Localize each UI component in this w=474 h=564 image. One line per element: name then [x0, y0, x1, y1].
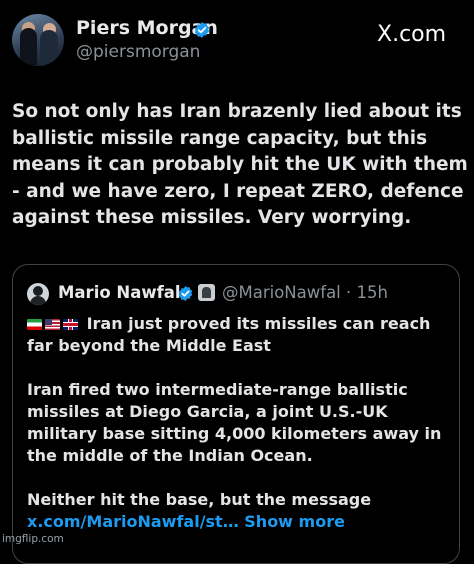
author-avatar[interactable] [12, 14, 64, 66]
site-label: X.com [377, 22, 447, 47]
post-text: So not only has Iran brazenly lied about… [12, 101, 468, 228]
quoted-post-text: Iran just proved its missiles can reach … [27, 313, 455, 533]
verified-badge-icon [178, 286, 193, 301]
quoted-headline-line: Iran just proved its missiles can reach … [27, 313, 455, 357]
quoted-post-time: 15h [356, 283, 388, 302]
quoted-paragraph-3: Neither hit the base, but the message x.… [27, 489, 455, 533]
quoted-author-name[interactable]: Mario Nawfal [58, 283, 181, 302]
quoted-post-link[interactable]: x.com/MarioNawfal/st… [27, 512, 239, 531]
quoted-post[interactable]: Mario Nawfal @MarioNawfal · 15h Iran jus… [12, 264, 460, 564]
quoted-headline: Iran just proved its missiles can reach … [27, 314, 431, 355]
verified-badge-icon [194, 22, 210, 38]
quoted-author-avatar[interactable] [27, 283, 49, 305]
post-card: Piers Morgan @piersmorgan X.com So not o… [0, 0, 474, 564]
quoted-author-meta[interactable]: @MarioNawfal · 15h [222, 283, 388, 302]
iran-flag-icon [27, 319, 42, 330]
affiliate-badge-icon [198, 284, 215, 301]
quoted-paragraph-3-text: Neither hit the base, but the message [27, 490, 372, 509]
author-handle[interactable]: @piersmorgan [76, 42, 200, 62]
meta-separator: · [340, 283, 357, 302]
x-logo: X.com [377, 22, 446, 47]
quoted-author-handle: @MarioNawfal [222, 283, 341, 302]
quoted-paragraph-2: Iran fired two intermediate-range ballis… [27, 380, 442, 465]
show-more-link[interactable]: Show more [239, 512, 345, 531]
us-flag-icon [45, 319, 60, 330]
watermark: imgflip.com [2, 533, 64, 545]
uk-flag-icon [63, 319, 78, 330]
